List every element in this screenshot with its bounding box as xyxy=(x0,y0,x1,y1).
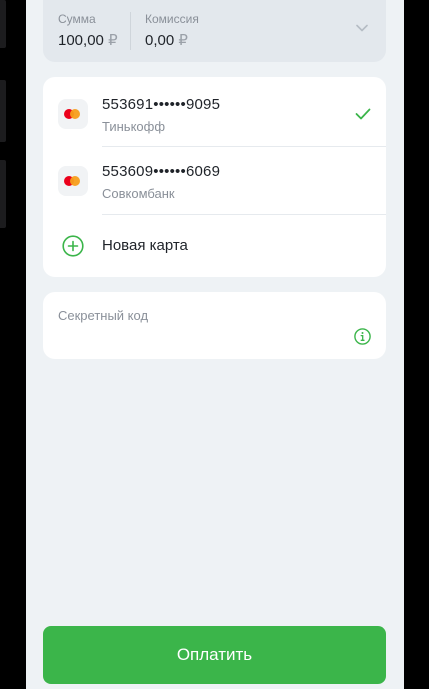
new-card-button[interactable]: Новая карта xyxy=(43,215,386,277)
mastercard-icon xyxy=(58,99,88,129)
mastercard-yellow-circle xyxy=(70,109,80,119)
mastercard-yellow-circle xyxy=(70,176,80,186)
plus-circle-icon xyxy=(62,235,84,257)
mastercard-icon xyxy=(58,166,88,196)
card-number: 553691••••••9095 xyxy=(102,96,221,113)
phone-mute-switch xyxy=(0,0,6,48)
amount-value: 100,00 xyxy=(58,32,104,49)
card-item-sovcombank[interactable]: 553609••••••6069 Совкомбанк xyxy=(43,147,386,215)
amount-block: Сумма 100,00 ₽ xyxy=(58,12,118,50)
card-list: 553691••••••9095 Тинькофф 553609••••••60… xyxy=(43,77,386,277)
secret-code-placeholder: Секретный код xyxy=(58,308,149,323)
fee-value: 0,00 xyxy=(145,32,175,49)
phone-volume-down-button xyxy=(0,160,6,228)
card-bank-name: Тинькофф xyxy=(102,119,166,134)
fee-label: Комиссия xyxy=(145,12,199,26)
phone-volume-up-button xyxy=(0,80,6,142)
secret-code-field[interactable]: Секретный код xyxy=(43,292,386,359)
checkmark-icon xyxy=(355,108,371,120)
card-bank-name: Совкомбанк xyxy=(102,186,175,201)
payment-screen: Сумма 100,00 ₽ Комиссия 0,00 ₽ 553691•••… xyxy=(26,0,404,689)
amount-currency: ₽ xyxy=(108,32,118,49)
amount-value-line: 100,00 ₽ xyxy=(58,32,118,50)
amount-divider xyxy=(130,12,131,50)
fee-value-line: 0,00 ₽ xyxy=(145,32,199,50)
amount-summary[interactable]: Сумма 100,00 ₽ Комиссия 0,00 ₽ xyxy=(43,0,386,62)
fee-currency: ₽ xyxy=(178,32,188,49)
chevron-down-icon[interactable] xyxy=(356,24,368,32)
amount-label: Сумма xyxy=(58,12,96,26)
info-icon[interactable] xyxy=(354,328,371,345)
card-item-tinkoff[interactable]: 553691••••••9095 Тинькофф xyxy=(43,77,386,145)
card-number: 553609••••••6069 xyxy=(102,163,221,180)
new-card-label: Новая карта xyxy=(102,237,188,254)
fee-block: Комиссия 0,00 ₽ xyxy=(145,12,199,50)
pay-button[interactable]: Оплатить xyxy=(43,626,386,684)
